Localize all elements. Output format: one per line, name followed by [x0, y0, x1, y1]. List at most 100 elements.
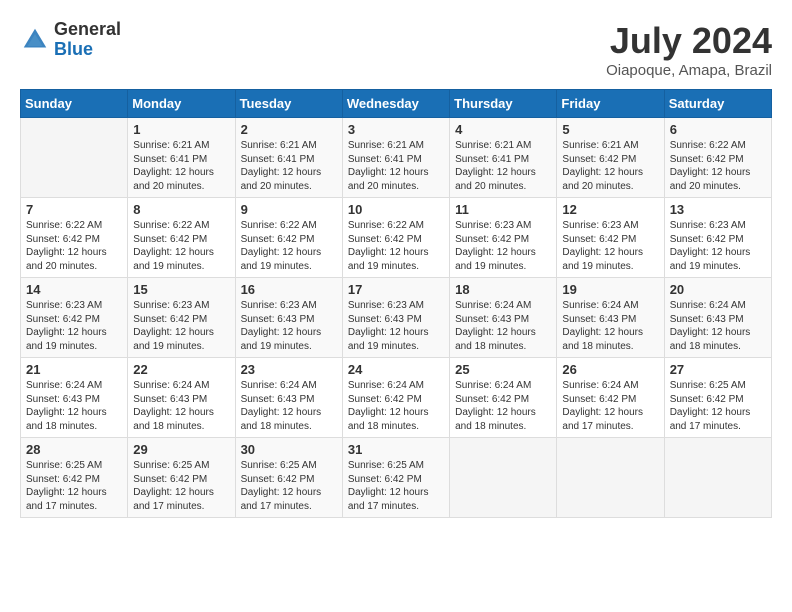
day-info: Sunrise: 6:25 AM Sunset: 6:42 PM Dayligh… — [26, 459, 122, 513]
day-number: 16 — [241, 282, 337, 297]
calendar-cell: 16 Sunrise: 6:23 AM Sunset: 6:43 PM Dayli… — [235, 278, 342, 358]
day-info: Sunrise: 6:25 AM Sunset: 6:42 PM Dayligh… — [133, 459, 229, 513]
title-block: July 2024 Oiapoque, Amapa, Brazil — [606, 20, 772, 79]
calendar-week-row: 14 Sunrise: 6:23 AM Sunset: 6:42 PM Dayli… — [21, 278, 772, 358]
day-number: 24 — [348, 362, 444, 377]
calendar-cell: 17 Sunrise: 6:23 AM Sunset: 6:43 PM Dayli… — [342, 278, 449, 358]
calendar-cell: 6Sunrise: 6:22 AM Sunset: 6:42 PM Daylig… — [664, 118, 771, 198]
day-number: 1 — [133, 122, 229, 137]
calendar-cell: 2Sunrise: 6:21 AM Sunset: 6:41 PM Daylig… — [235, 118, 342, 198]
logo: General Blue — [20, 20, 121, 60]
day-number: 28 — [26, 442, 122, 457]
calendar-cell: 15Sunrise: 6:23 AM Sunset: 6:42 PM Dayli… — [128, 278, 235, 358]
weekday-header: Wednesday — [342, 90, 449, 118]
day-info: Sunrise: 6:24 AM Sunset: 6:43 PM Dayligh… — [26, 379, 122, 433]
calendar-cell: 5Sunrise: 6:21 AM Sunset: 6:42 PM Daylig… — [557, 118, 664, 198]
day-info: Sunrise: 6:24 AM Sunset: 6:43 PM Dayligh… — [133, 379, 229, 433]
day-info: Sunrise: 6:21 AM Sunset: 6:41 PM Dayligh… — [348, 139, 444, 193]
calendar-cell — [557, 438, 664, 518]
day-info: Sunrise: 6:23 AM Sunset: 6:42 PM Dayligh… — [455, 219, 551, 273]
day-number: 11 — [455, 202, 551, 217]
day-info: Sunrise: 6:24 AM Sunset: 6:43 PM Dayligh… — [562, 299, 658, 353]
calendar-cell: 19 Sunrise: 6:24 AM Sunset: 6:43 PM Dayli… — [557, 278, 664, 358]
calendar-cell: 11 Sunrise: 6:23 AM Sunset: 6:42 PM Dayli… — [450, 198, 557, 278]
day-number: 9 — [241, 202, 337, 217]
day-info: Sunrise: 6:21 AM Sunset: 6:42 PM Dayligh… — [562, 139, 658, 193]
location: Oiapoque, Amapa, Brazil — [606, 62, 772, 79]
calendar-week-row: 7 Sunrise: 6:22 AM Sunset: 6:42 PM Daylig… — [21, 198, 772, 278]
calendar-cell: 25 Sunrise: 6:24 AM Sunset: 6:42 PM Dayli… — [450, 358, 557, 438]
day-info: Sunrise: 6:24 AM Sunset: 6:43 PM Dayligh… — [455, 299, 551, 353]
calendar-cell: 28 Sunrise: 6:25 AM Sunset: 6:42 PM Dayli… — [21, 438, 128, 518]
calendar-cell: 29 Sunrise: 6:25 AM Sunset: 6:42 PM Dayli… — [128, 438, 235, 518]
logo-blue: Blue — [54, 40, 121, 60]
day-number: 2 — [241, 122, 337, 137]
calendar-header: SundayMondayTuesdayWednesdayThursdayFrid… — [21, 90, 772, 118]
day-number: 19 — [562, 282, 658, 297]
day-info: Sunrise: 6:23 AM Sunset: 6:43 PM Dayligh… — [348, 299, 444, 353]
day-info: Sunrise: 6:21 AM Sunset: 6:41 PM Dayligh… — [133, 139, 229, 193]
weekday-row: SundayMondayTuesdayWednesdayThursdayFrid… — [21, 90, 772, 118]
calendar-cell: 8Sunrise: 6:22 AM Sunset: 6:42 PM Daylig… — [128, 198, 235, 278]
day-number: 23 — [241, 362, 337, 377]
calendar-cell: 24 Sunrise: 6:24 AM Sunset: 6:42 PM Dayli… — [342, 358, 449, 438]
day-info: Sunrise: 6:25 AM Sunset: 6:42 PM Dayligh… — [348, 459, 444, 513]
day-info: Sunrise: 6:23 AM Sunset: 6:42 PM Dayligh… — [133, 299, 229, 353]
weekday-header: Friday — [557, 90, 664, 118]
calendar-cell: 4 Sunrise: 6:21 AM Sunset: 6:41 PM Daylig… — [450, 118, 557, 198]
day-number: 18 — [455, 282, 551, 297]
calendar-week-row: 21 Sunrise: 6:24 AM Sunset: 6:43 PM Dayli… — [21, 358, 772, 438]
day-info: Sunrise: 6:24 AM Sunset: 6:42 PM Dayligh… — [562, 379, 658, 433]
logo-icon — [20, 25, 50, 55]
day-info: Sunrise: 6:25 AM Sunset: 6:42 PM Dayligh… — [670, 379, 766, 433]
day-info: Sunrise: 6:22 AM Sunset: 6:42 PM Dayligh… — [670, 139, 766, 193]
day-info: Sunrise: 6:23 AM Sunset: 6:42 PM Dayligh… — [26, 299, 122, 353]
calendar-cell: 14 Sunrise: 6:23 AM Sunset: 6:42 PM Dayli… — [21, 278, 128, 358]
day-number: 29 — [133, 442, 229, 457]
day-info: Sunrise: 6:22 AM Sunset: 6:42 PM Dayligh… — [348, 219, 444, 273]
day-info: Sunrise: 6:24 AM Sunset: 6:42 PM Dayligh… — [455, 379, 551, 433]
day-number: 13 — [670, 202, 766, 217]
calendar-cell: 30Sunrise: 6:25 AM Sunset: 6:42 PM Dayli… — [235, 438, 342, 518]
day-info: Sunrise: 6:24 AM Sunset: 6:42 PM Dayligh… — [348, 379, 444, 433]
calendar-cell: 13 Sunrise: 6:23 AM Sunset: 6:42 PM Dayli… — [664, 198, 771, 278]
day-number: 25 — [455, 362, 551, 377]
day-info: Sunrise: 6:21 AM Sunset: 6:41 PM Dayligh… — [455, 139, 551, 193]
logo-general: General — [54, 20, 121, 40]
day-number: 4 — [455, 122, 551, 137]
calendar-cell — [21, 118, 128, 198]
logo-text: General Blue — [54, 20, 121, 60]
day-info: Sunrise: 6:23 AM Sunset: 6:42 PM Dayligh… — [670, 219, 766, 273]
calendar-week-row: 1 Sunrise: 6:21 AM Sunset: 6:41 PM Daylig… — [21, 118, 772, 198]
calendar-cell: 23Sunrise: 6:24 AM Sunset: 6:43 PM Dayli… — [235, 358, 342, 438]
day-number: 20 — [670, 282, 766, 297]
calendar-week-row: 28 Sunrise: 6:25 AM Sunset: 6:42 PM Dayli… — [21, 438, 772, 518]
day-info: Sunrise: 6:22 AM Sunset: 6:42 PM Dayligh… — [133, 219, 229, 273]
day-info: Sunrise: 6:24 AM Sunset: 6:43 PM Dayligh… — [670, 299, 766, 353]
calendar-body: 1 Sunrise: 6:21 AM Sunset: 6:41 PM Daylig… — [21, 118, 772, 518]
calendar-cell: 20 Sunrise: 6:24 AM Sunset: 6:43 PM Dayli… — [664, 278, 771, 358]
day-number: 22 — [133, 362, 229, 377]
day-info: Sunrise: 6:23 AM Sunset: 6:42 PM Dayligh… — [562, 219, 658, 273]
calendar-cell — [450, 438, 557, 518]
weekday-header: Thursday — [450, 90, 557, 118]
calendar-cell: 7 Sunrise: 6:22 AM Sunset: 6:42 PM Daylig… — [21, 198, 128, 278]
day-info: Sunrise: 6:22 AM Sunset: 6:42 PM Dayligh… — [26, 219, 122, 273]
day-number: 14 — [26, 282, 122, 297]
calendar-cell: 31Sunrise: 6:25 AM Sunset: 6:42 PM Dayli… — [342, 438, 449, 518]
calendar-cell: 1 Sunrise: 6:21 AM Sunset: 6:41 PM Daylig… — [128, 118, 235, 198]
weekday-header: Tuesday — [235, 90, 342, 118]
day-info: Sunrise: 6:25 AM Sunset: 6:42 PM Dayligh… — [241, 459, 337, 513]
calendar-cell: 12Sunrise: 6:23 AM Sunset: 6:42 PM Dayli… — [557, 198, 664, 278]
day-number: 10 — [348, 202, 444, 217]
day-number: 3 — [348, 122, 444, 137]
day-number: 21 — [26, 362, 122, 377]
calendar-cell: 22 Sunrise: 6:24 AM Sunset: 6:43 PM Dayli… — [128, 358, 235, 438]
day-number: 17 — [348, 282, 444, 297]
month-year: July 2024 — [606, 20, 772, 62]
day-info: Sunrise: 6:23 AM Sunset: 6:43 PM Dayligh… — [241, 299, 337, 353]
day-number: 7 — [26, 202, 122, 217]
calendar-cell — [664, 438, 771, 518]
calendar-cell: 26Sunrise: 6:24 AM Sunset: 6:42 PM Dayli… — [557, 358, 664, 438]
weekday-header: Sunday — [21, 90, 128, 118]
